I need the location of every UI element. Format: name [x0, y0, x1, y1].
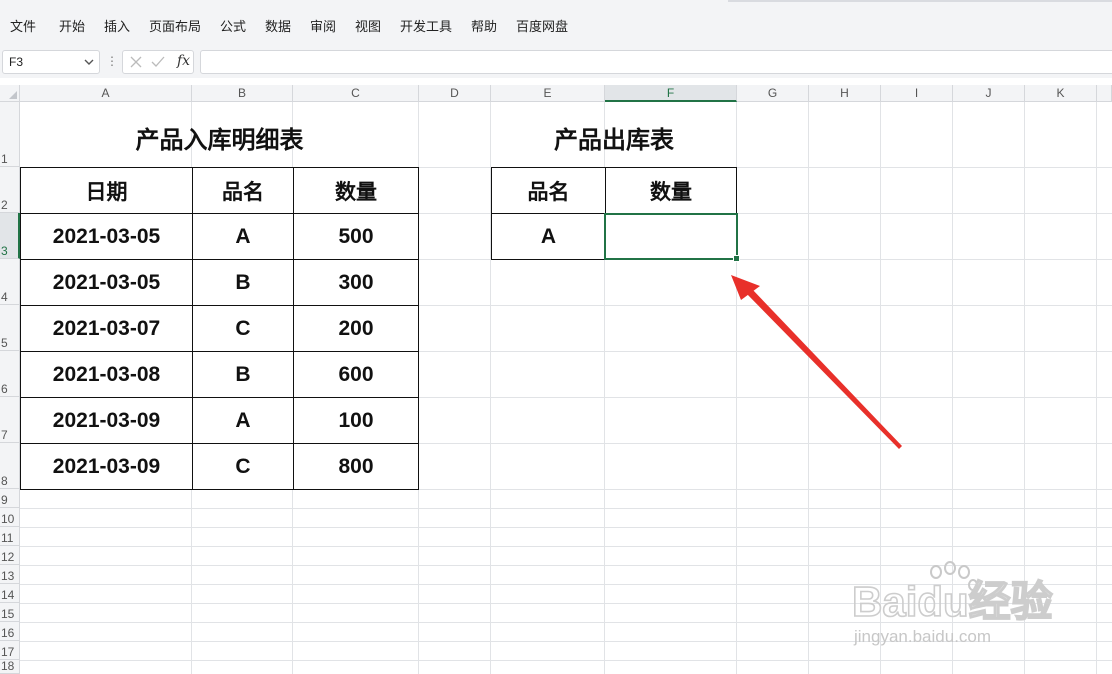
watermark-brand: Baidu经验: [852, 578, 1053, 625]
baidu-jingyan-watermark: Baidu经验 jingyan.baidu.com: [852, 561, 1053, 646]
arrow-shaft: [745, 288, 902, 449]
watermark-url: jingyan.baidu.com: [853, 627, 991, 646]
